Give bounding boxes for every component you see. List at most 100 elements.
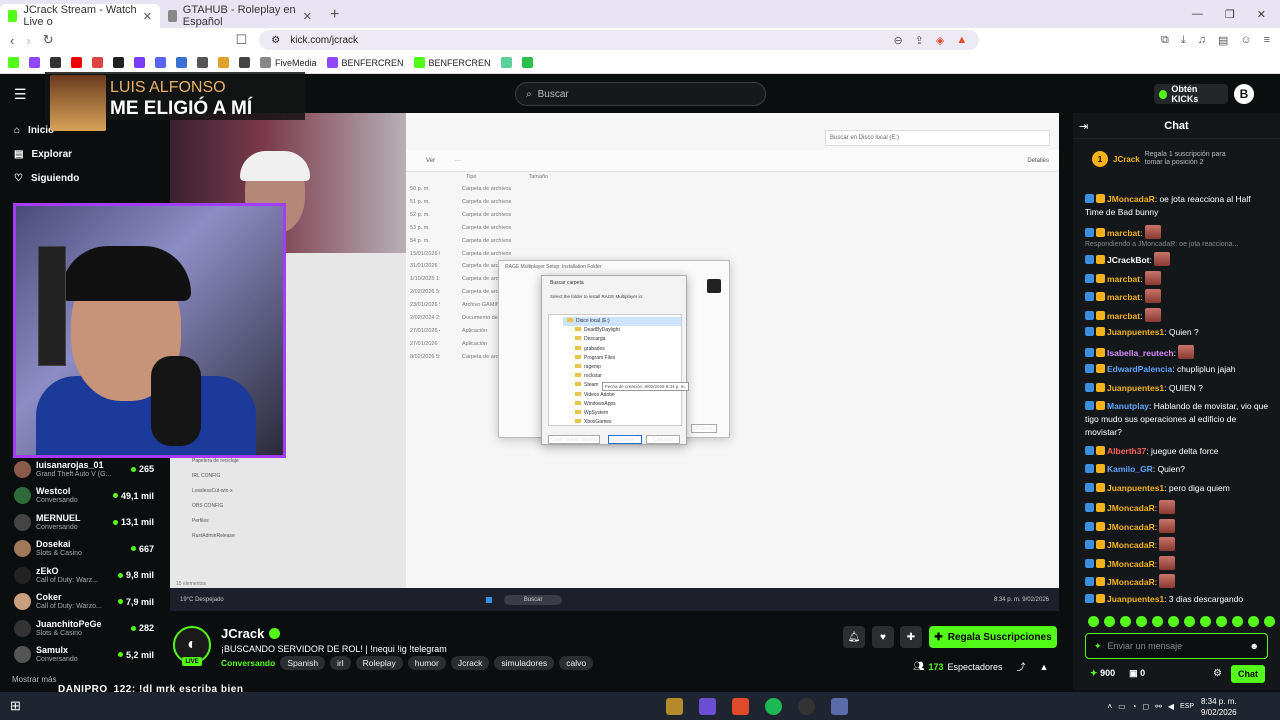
emote-icon[interactable]: [1264, 616, 1275, 627]
emote-icon[interactable]: [1152, 616, 1163, 627]
bookmark-icon[interactable]: ☐: [236, 32, 248, 48]
bookmark-icon[interactable]: [239, 57, 250, 68]
gmail-bookmark-icon[interactable]: [92, 57, 103, 68]
spotify-icon[interactable]: [764, 697, 782, 715]
hamburger-menu-icon[interactable]: ☰: [14, 86, 27, 103]
chat-username[interactable]: Alberth37: [1107, 446, 1146, 456]
stream-tag[interactable]: Jcrack: [450, 656, 490, 670]
follow-button[interactable]: ♥: [872, 626, 894, 648]
chat-username[interactable]: Kamilo_GR: [1107, 464, 1153, 474]
chat-settings-icon[interactable]: ⚙: [1213, 668, 1222, 679]
streamer-name[interactable]: JCrack: [221, 626, 264, 641]
emote-icon[interactable]: [1104, 616, 1115, 627]
bookmark-benfercren-2[interactable]: BENFERCREN: [413, 57, 491, 68]
bookmark-benfercren-1[interactable]: BENFERCREN: [326, 57, 404, 68]
emote-icon[interactable]: [1248, 616, 1259, 627]
obs-icon[interactable]: [797, 697, 815, 715]
brave-shield-icon[interactable]: ◈: [936, 34, 944, 47]
channel-item[interactable]: luisanarojas_01 Grand Theft Auto V (G... 2…: [14, 456, 154, 482]
chat-username[interactable]: Juanpuentes1: [1107, 483, 1164, 493]
collapse-chat-icon[interactable]: ⇥: [1079, 120, 1088, 133]
accept-button[interactable]: Aceptar: [608, 435, 642, 444]
channel-item[interactable]: zEkO Call of Duty: Warz... 9,8 mil: [14, 562, 154, 588]
sidebar-icon[interactable]: ▤: [1218, 34, 1228, 47]
channel-item[interactable]: Samulx Conversando 5,2 mil: [14, 642, 154, 668]
tree-item[interactable]: DeadByDaylight: [567, 326, 681, 335]
tree-item[interactable]: grabados: [567, 345, 681, 354]
close-window-icon[interactable]: ✕: [1257, 8, 1266, 21]
report-icon[interactable]: ▲: [1040, 662, 1049, 672]
download-icon[interactable]: ⤓: [1181, 34, 1186, 47]
folder-tree[interactable]: Disco local (E:) DeadByDaylight Descarga gr…: [548, 314, 682, 426]
chat-username[interactable]: Isabella_reutech: [1107, 348, 1174, 358]
forward-icon[interactable]: ›: [26, 33, 30, 48]
chat-username[interactable]: Juanpuentes1: [1107, 327, 1164, 337]
url-field[interactable]: ⚙ kick.com/jcrack ⊖ ⇪ ◈ ▲: [259, 30, 980, 50]
channel-item[interactable]: Westcol Conversando 49,1 mil: [14, 483, 154, 509]
bookmark-icon[interactable]: [176, 57, 187, 68]
minimize-icon[interactable]: —: [1192, 8, 1203, 21]
emoji-icon[interactable]: ☻: [1250, 641, 1259, 651]
app-icon[interactable]: [698, 697, 716, 715]
stream-tag[interactable]: simuladores: [494, 656, 555, 670]
chat-username[interactable]: marcbat: [1107, 311, 1140, 321]
channel-item[interactable]: JuanchitoPeGe Slots & Casino 282: [14, 615, 154, 641]
tree-item[interactable]: ragemp: [567, 363, 681, 372]
tab-kick[interactable]: JCrack Stream - Watch Live o ✕: [0, 4, 160, 28]
stream-category[interactable]: Conversando: [221, 658, 275, 668]
channel-item[interactable]: MERNUEL Conversando 13,1 mil: [14, 509, 154, 535]
channel-item[interactable]: Coker Call of Duty: Warzo... 7,9 mil: [14, 589, 154, 615]
tree-item[interactable]: WpSystem: [567, 409, 681, 418]
notification-bell-button[interactable]: 🔔︎: [843, 626, 865, 648]
bookmark-fivemedia[interactable]: FiveMedia: [260, 57, 317, 68]
channel-item[interactable]: Dosekai Slots & Casino 667: [14, 536, 154, 562]
reload-icon[interactable]: ↻: [43, 32, 54, 48]
bookmark-icon[interactable]: [521, 57, 533, 68]
nav-explore[interactable]: ▤ Explorar: [14, 149, 72, 160]
chat-input[interactable]: ✦ Enviar un mensaje ☻: [1085, 633, 1268, 659]
tree-item[interactable]: rockstar: [567, 372, 681, 381]
close-icon[interactable]: ✕: [303, 10, 312, 23]
chat-username[interactable]: JCrackBot: [1107, 255, 1150, 265]
new-folder-button[interactable]: Crear nueva carpeta: [548, 435, 600, 444]
language-indicator[interactable]: ESP: [1180, 703, 1194, 710]
windows-start-icon[interactable]: ⊞: [10, 698, 21, 714]
back-icon[interactable]: ‹: [10, 33, 14, 48]
share-icon[interactable]: ⤴: [1017, 660, 1026, 673]
bookmark-icon[interactable]: [218, 57, 229, 68]
music-icon[interactable]: ♫: [1198, 34, 1206, 47]
tree-item[interactable]: Descarga: [567, 335, 681, 344]
send-chat-button[interactable]: Chat: [1231, 665, 1265, 683]
tree-item[interactable]: WindowsApps: [567, 400, 681, 409]
maximize-icon[interactable]: ❐: [1225, 8, 1235, 21]
bookmark-icon[interactable]: [134, 57, 145, 68]
tree-item[interactable]: Videos Adobe: [567, 391, 681, 400]
new-tab-button[interactable]: +: [320, 6, 349, 28]
emote-icon[interactable]: [1216, 616, 1227, 627]
stream-tag[interactable]: irl: [330, 656, 351, 670]
gift-button[interactable]: ✚: [900, 626, 922, 648]
chat-username[interactable]: marcbat: [1107, 274, 1140, 284]
get-kicks-button[interactable]: Obtén KICKs: [1154, 84, 1228, 104]
bookmark-icon[interactable]: [155, 57, 166, 68]
emote-icon[interactable]: [1184, 616, 1195, 627]
youtube-bookmark-icon[interactable]: [71, 57, 82, 68]
chat-username[interactable]: JMoncadaR: [1107, 559, 1155, 569]
tree-item[interactable]: Disco local (E:): [563, 317, 681, 327]
chat-username[interactable]: JMoncadaR: [1107, 577, 1155, 587]
tray-icons[interactable]: ˄▭◔◻⚯◀: [1107, 702, 1180, 711]
tree-item[interactable]: Program Files: [567, 354, 681, 363]
bookmark-icon[interactable]: [113, 57, 124, 68]
chat-username[interactable]: Juanpuentes1: [1107, 594, 1164, 604]
chat-username[interactable]: marcbat: [1107, 292, 1140, 302]
bookmark-icon[interactable]: [500, 57, 512, 68]
extensions-icon[interactable]: ⧉: [1161, 34, 1169, 47]
stream-tag[interactable]: humor: [407, 656, 446, 670]
brave-icon[interactable]: [731, 697, 749, 715]
chat-username[interactable]: JMoncadaR: [1107, 522, 1155, 532]
emote-icon[interactable]: [1136, 616, 1147, 627]
menu-icon[interactable]: ≡: [1264, 34, 1270, 47]
tab-gtahub[interactable]: GTAHUB - Roleplay en Español ✕: [160, 4, 320, 28]
close-icon[interactable]: ✕: [143, 10, 152, 23]
profile-icon[interactable]: ☺: [1240, 34, 1251, 47]
